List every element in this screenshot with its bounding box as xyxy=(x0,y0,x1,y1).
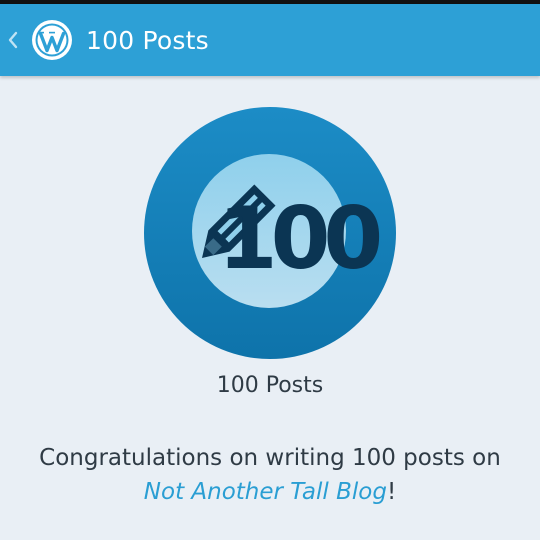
description-suffix: ! xyxy=(386,479,397,505)
description-text: Congratulations on writing 100 posts on xyxy=(39,445,501,471)
blog-name-link[interactable]: Not Another Tall Blog xyxy=(144,479,387,505)
action-bar: 100 Posts xyxy=(0,4,540,76)
wordpress-logo-icon xyxy=(30,18,74,62)
up-navigation-button[interactable] xyxy=(0,4,74,76)
page-title: 100 Posts xyxy=(86,25,209,55)
chevron-left-icon xyxy=(4,28,22,52)
badge-number: 100 xyxy=(218,189,380,289)
badge-name: 100 Posts xyxy=(216,373,324,398)
achievement-description: Congratulations on writing 100 posts on … xyxy=(20,441,520,509)
achievement-content: 100 100 Posts Congratulations on writing… xyxy=(0,76,540,540)
achievement-badge: 100 xyxy=(144,107,396,359)
